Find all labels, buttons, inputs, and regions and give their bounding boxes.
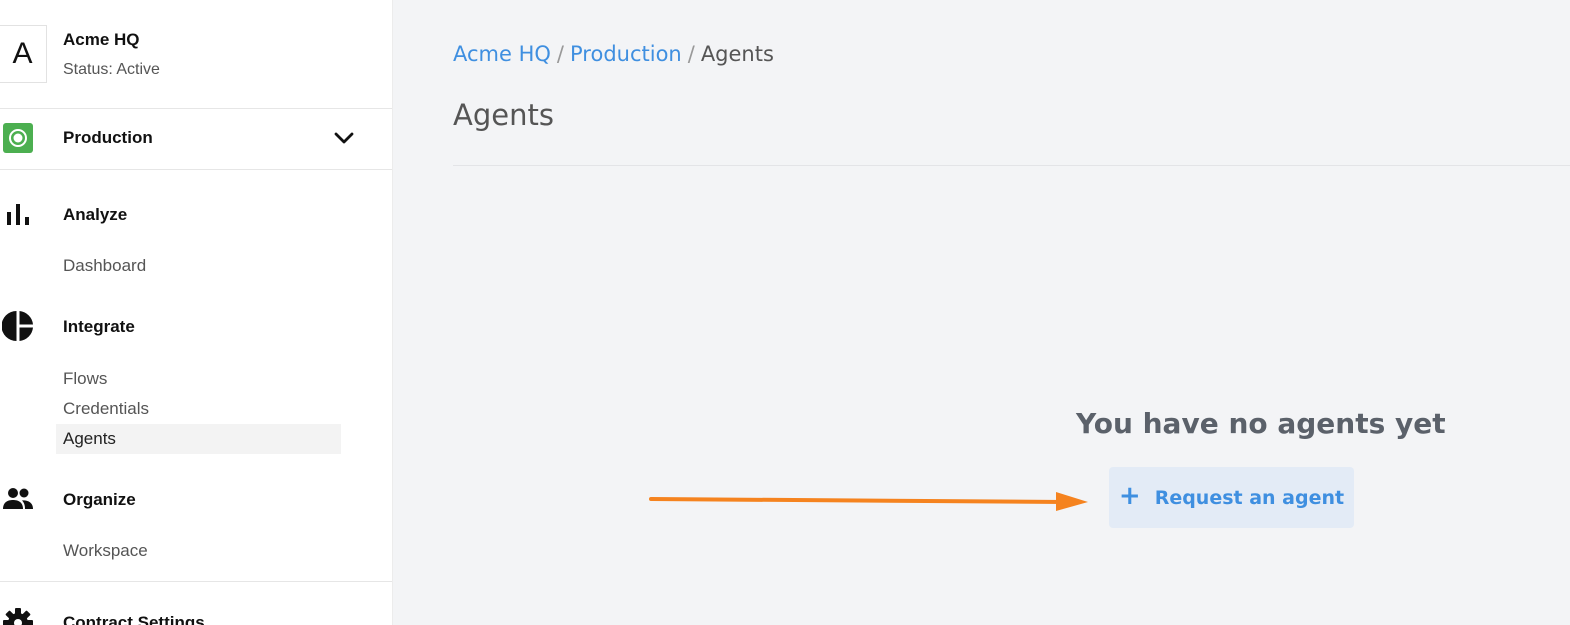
- section-integrate-title: Integrate: [63, 317, 135, 336]
- people-icon: [3, 488, 33, 509]
- empty-state-message: You have no agents yet: [1076, 407, 1446, 440]
- environment-selector[interactable]: Production: [0, 108, 392, 170]
- org-status: Status: Active: [63, 61, 160, 78]
- chevron-down-icon[interactable]: [333, 130, 355, 146]
- section-analyze-title: Analyze: [63, 205, 128, 224]
- sidebar: A Acme HQ Status: Active Production Anal…: [0, 0, 393, 625]
- radio-target-icon: [3, 123, 33, 153]
- sidebar-item-dashboard[interactable]: Dashboard: [56, 251, 341, 281]
- org-name: Acme HQ: [63, 30, 140, 49]
- sidebar-divider: [0, 581, 392, 582]
- breadcrumb-separator: /: [687, 42, 695, 66]
- plus-icon: +: [1118, 481, 1141, 511]
- sidebar-item-agents[interactable]: Agents: [56, 424, 341, 454]
- section-organize-title: Organize: [63, 490, 136, 509]
- bar-chart-icon: [7, 204, 29, 225]
- request-agent-label: Request an agent: [1154, 486, 1345, 509]
- org-avatar: A: [0, 25, 47, 83]
- breadcrumb-environment[interactable]: Production: [570, 42, 682, 66]
- section-contract-settings-title[interactable]: Contract Settings: [63, 613, 205, 625]
- gear-icon: [3, 608, 33, 625]
- sidebar-item-flows[interactable]: Flows: [56, 364, 341, 394]
- header-divider: [453, 165, 1570, 166]
- sidebar-item-credentials[interactable]: Credentials: [56, 394, 341, 424]
- breadcrumb-current: Agents: [700, 42, 774, 66]
- page-title: Agents: [453, 98, 554, 132]
- breadcrumb-separator: /: [556, 42, 564, 66]
- main-content: Acme HQ / Production / Agents Agents You hav…: [393, 0, 1570, 625]
- pie-chart-icon: [2, 311, 33, 341]
- breadcrumb-org[interactable]: Acme HQ: [453, 42, 551, 66]
- request-agent-button[interactable]: + Request an agent: [1109, 467, 1354, 528]
- sidebar-item-workspace[interactable]: Workspace: [56, 536, 341, 566]
- annotation-arrow-icon: [649, 492, 1088, 511]
- org-header[interactable]: A Acme HQ Status: Active: [0, 0, 392, 109]
- breadcrumb: Acme HQ / Production / Agents: [453, 42, 774, 66]
- environment-name: Production: [63, 128, 153, 147]
